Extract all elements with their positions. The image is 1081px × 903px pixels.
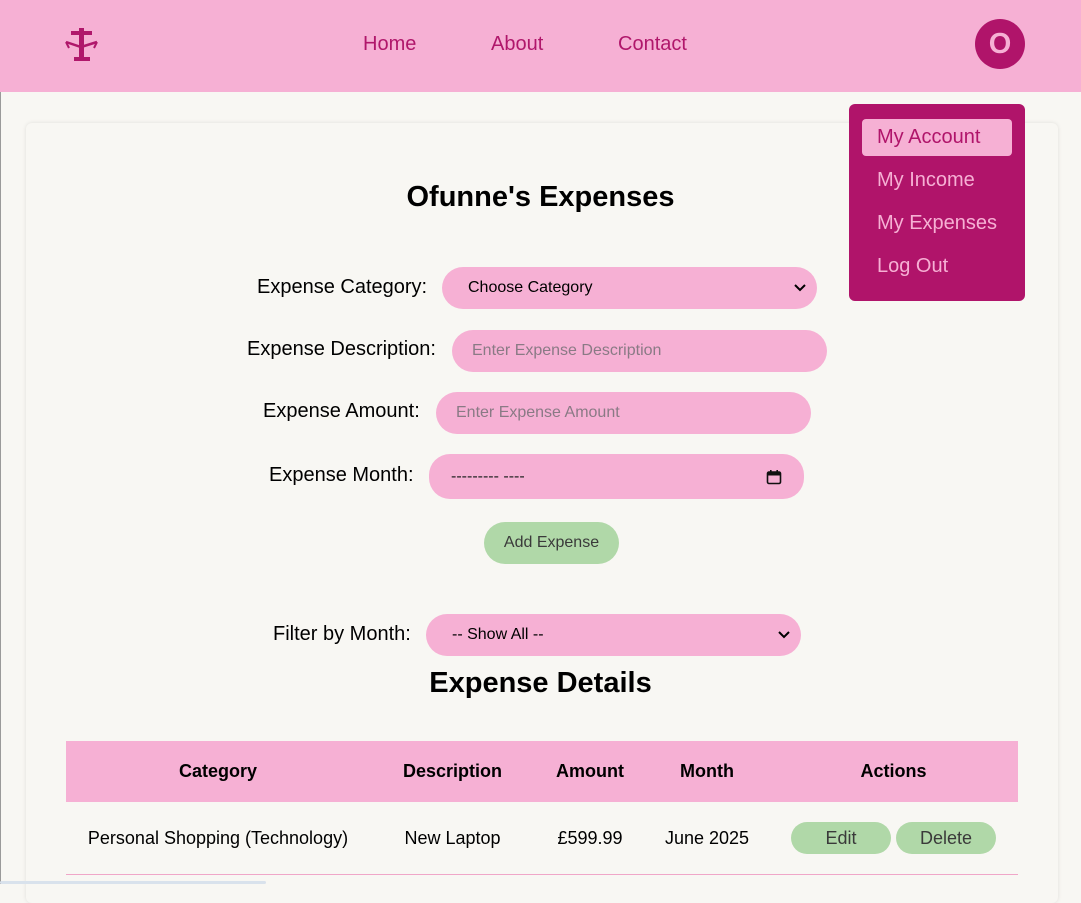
user-avatar-button[interactable]: O	[975, 19, 1025, 69]
month-label: Expense Month:	[269, 464, 414, 486]
column-header-month[interactable]: Month	[645, 741, 769, 802]
nav-link-contact[interactable]: Contact	[618, 33, 687, 56]
menu-item-log-out[interactable]: Log Out	[862, 248, 1012, 285]
category-select-value: Choose Category	[468, 279, 593, 296]
table-row: Personal Shopping (Technology) New Lapto…	[66, 802, 1018, 874]
table-title: Expense Details	[429, 667, 652, 699]
menu-item-my-income[interactable]: My Income	[862, 162, 1012, 199]
column-header-actions: Actions	[860, 761, 927, 781]
column-header-category[interactable]: Category	[66, 741, 370, 802]
filter-month-label: Filter by Month:	[273, 623, 411, 645]
description-input[interactable]: Enter Expense Description	[452, 330, 827, 372]
description-placeholder: Enter Expense Description	[472, 342, 662, 359]
column-header-description[interactable]: Description	[370, 741, 535, 802]
filter-month-select[interactable]: -- Show All --	[426, 614, 801, 656]
nav-link-home[interactable]: Home	[363, 33, 416, 56]
column-header-amount[interactable]: Amount	[535, 741, 645, 802]
cell-month: June 2025	[664, 828, 750, 848]
category-label: Expense Category:	[257, 276, 428, 298]
amount-label: Expense Amount:	[263, 400, 420, 422]
nav-link-about[interactable]: About	[491, 33, 543, 56]
month-input-value: --------- ----	[451, 468, 525, 485]
delete-button[interactable]: Delete	[896, 822, 996, 854]
cell-category: Personal Shopping (Technology)	[87, 828, 349, 848]
cell-amount: £599.99	[557, 828, 623, 848]
amount-input[interactable]: Enter Expense Amount	[436, 392, 811, 434]
category-select[interactable]: Choose Category	[442, 267, 817, 309]
calendar-icon[interactable]	[766, 469, 782, 485]
edit-button[interactable]: Edit	[791, 822, 891, 854]
menu-item-my-expenses[interactable]: My Expenses	[862, 205, 1012, 242]
month-input[interactable]: --------- ----	[429, 454, 804, 499]
chevron-down-icon	[794, 284, 806, 292]
scales-logo-icon[interactable]	[64, 26, 100, 64]
user-dropdown-menu: My Account My Income My Expenses Log Out	[849, 104, 1025, 301]
menu-item-my-account[interactable]: My Account	[862, 119, 1012, 156]
cell-description: New Laptop	[404, 828, 501, 848]
description-label: Expense Description:	[247, 338, 436, 360]
row-divider	[66, 874, 1018, 875]
table-header-row: Category Description Amount Month Action…	[66, 741, 1018, 802]
add-expense-button[interactable]: Add Expense	[484, 522, 619, 564]
top-nav-bar: Home About Contact O	[0, 0, 1081, 92]
chevron-down-icon	[778, 631, 790, 639]
filter-month-value: -- Show All --	[452, 626, 544, 643]
amount-placeholder: Enter Expense Amount	[456, 404, 620, 421]
